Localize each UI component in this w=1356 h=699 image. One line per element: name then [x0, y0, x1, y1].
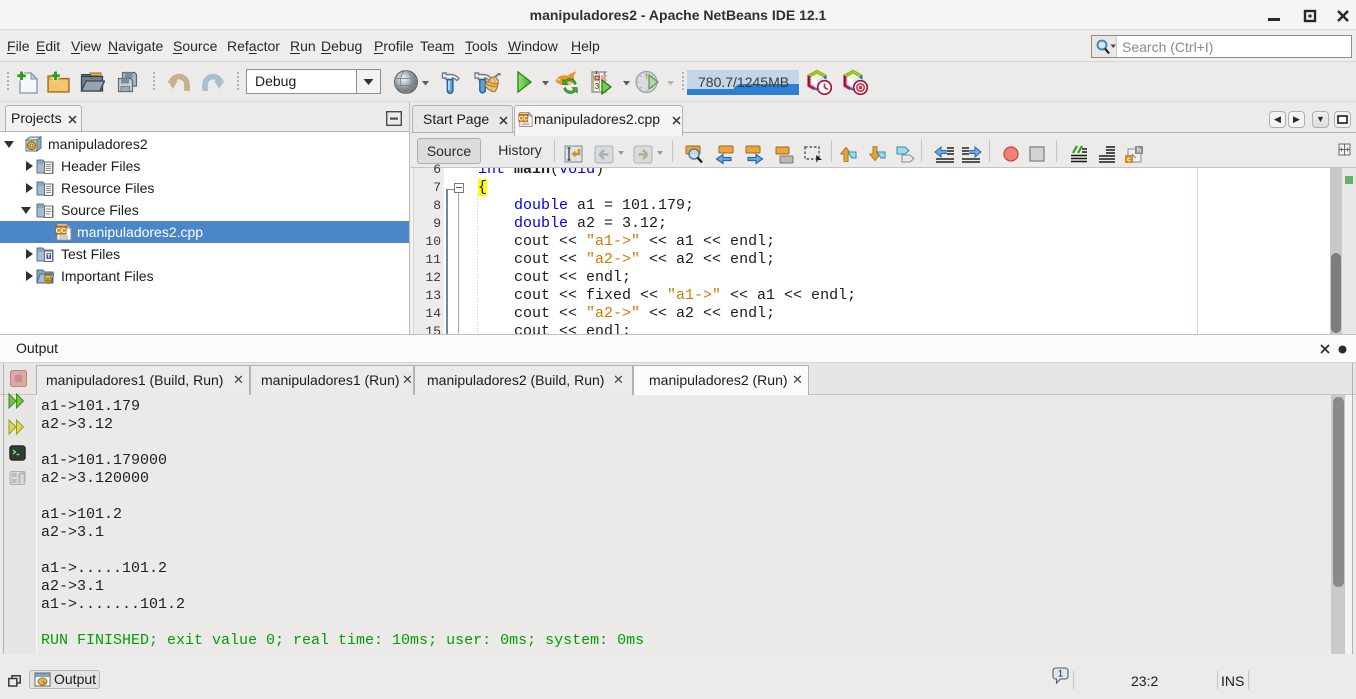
svg-text:h: h: [1137, 148, 1141, 155]
svg-text:3: 3: [595, 82, 600, 91]
svg-text:1: 1: [1058, 669, 1063, 679]
svg-text:c: c: [1127, 157, 1131, 164]
svg-text:CC: CC: [56, 226, 67, 235]
svg-text:CC: CC: [519, 115, 529, 122]
